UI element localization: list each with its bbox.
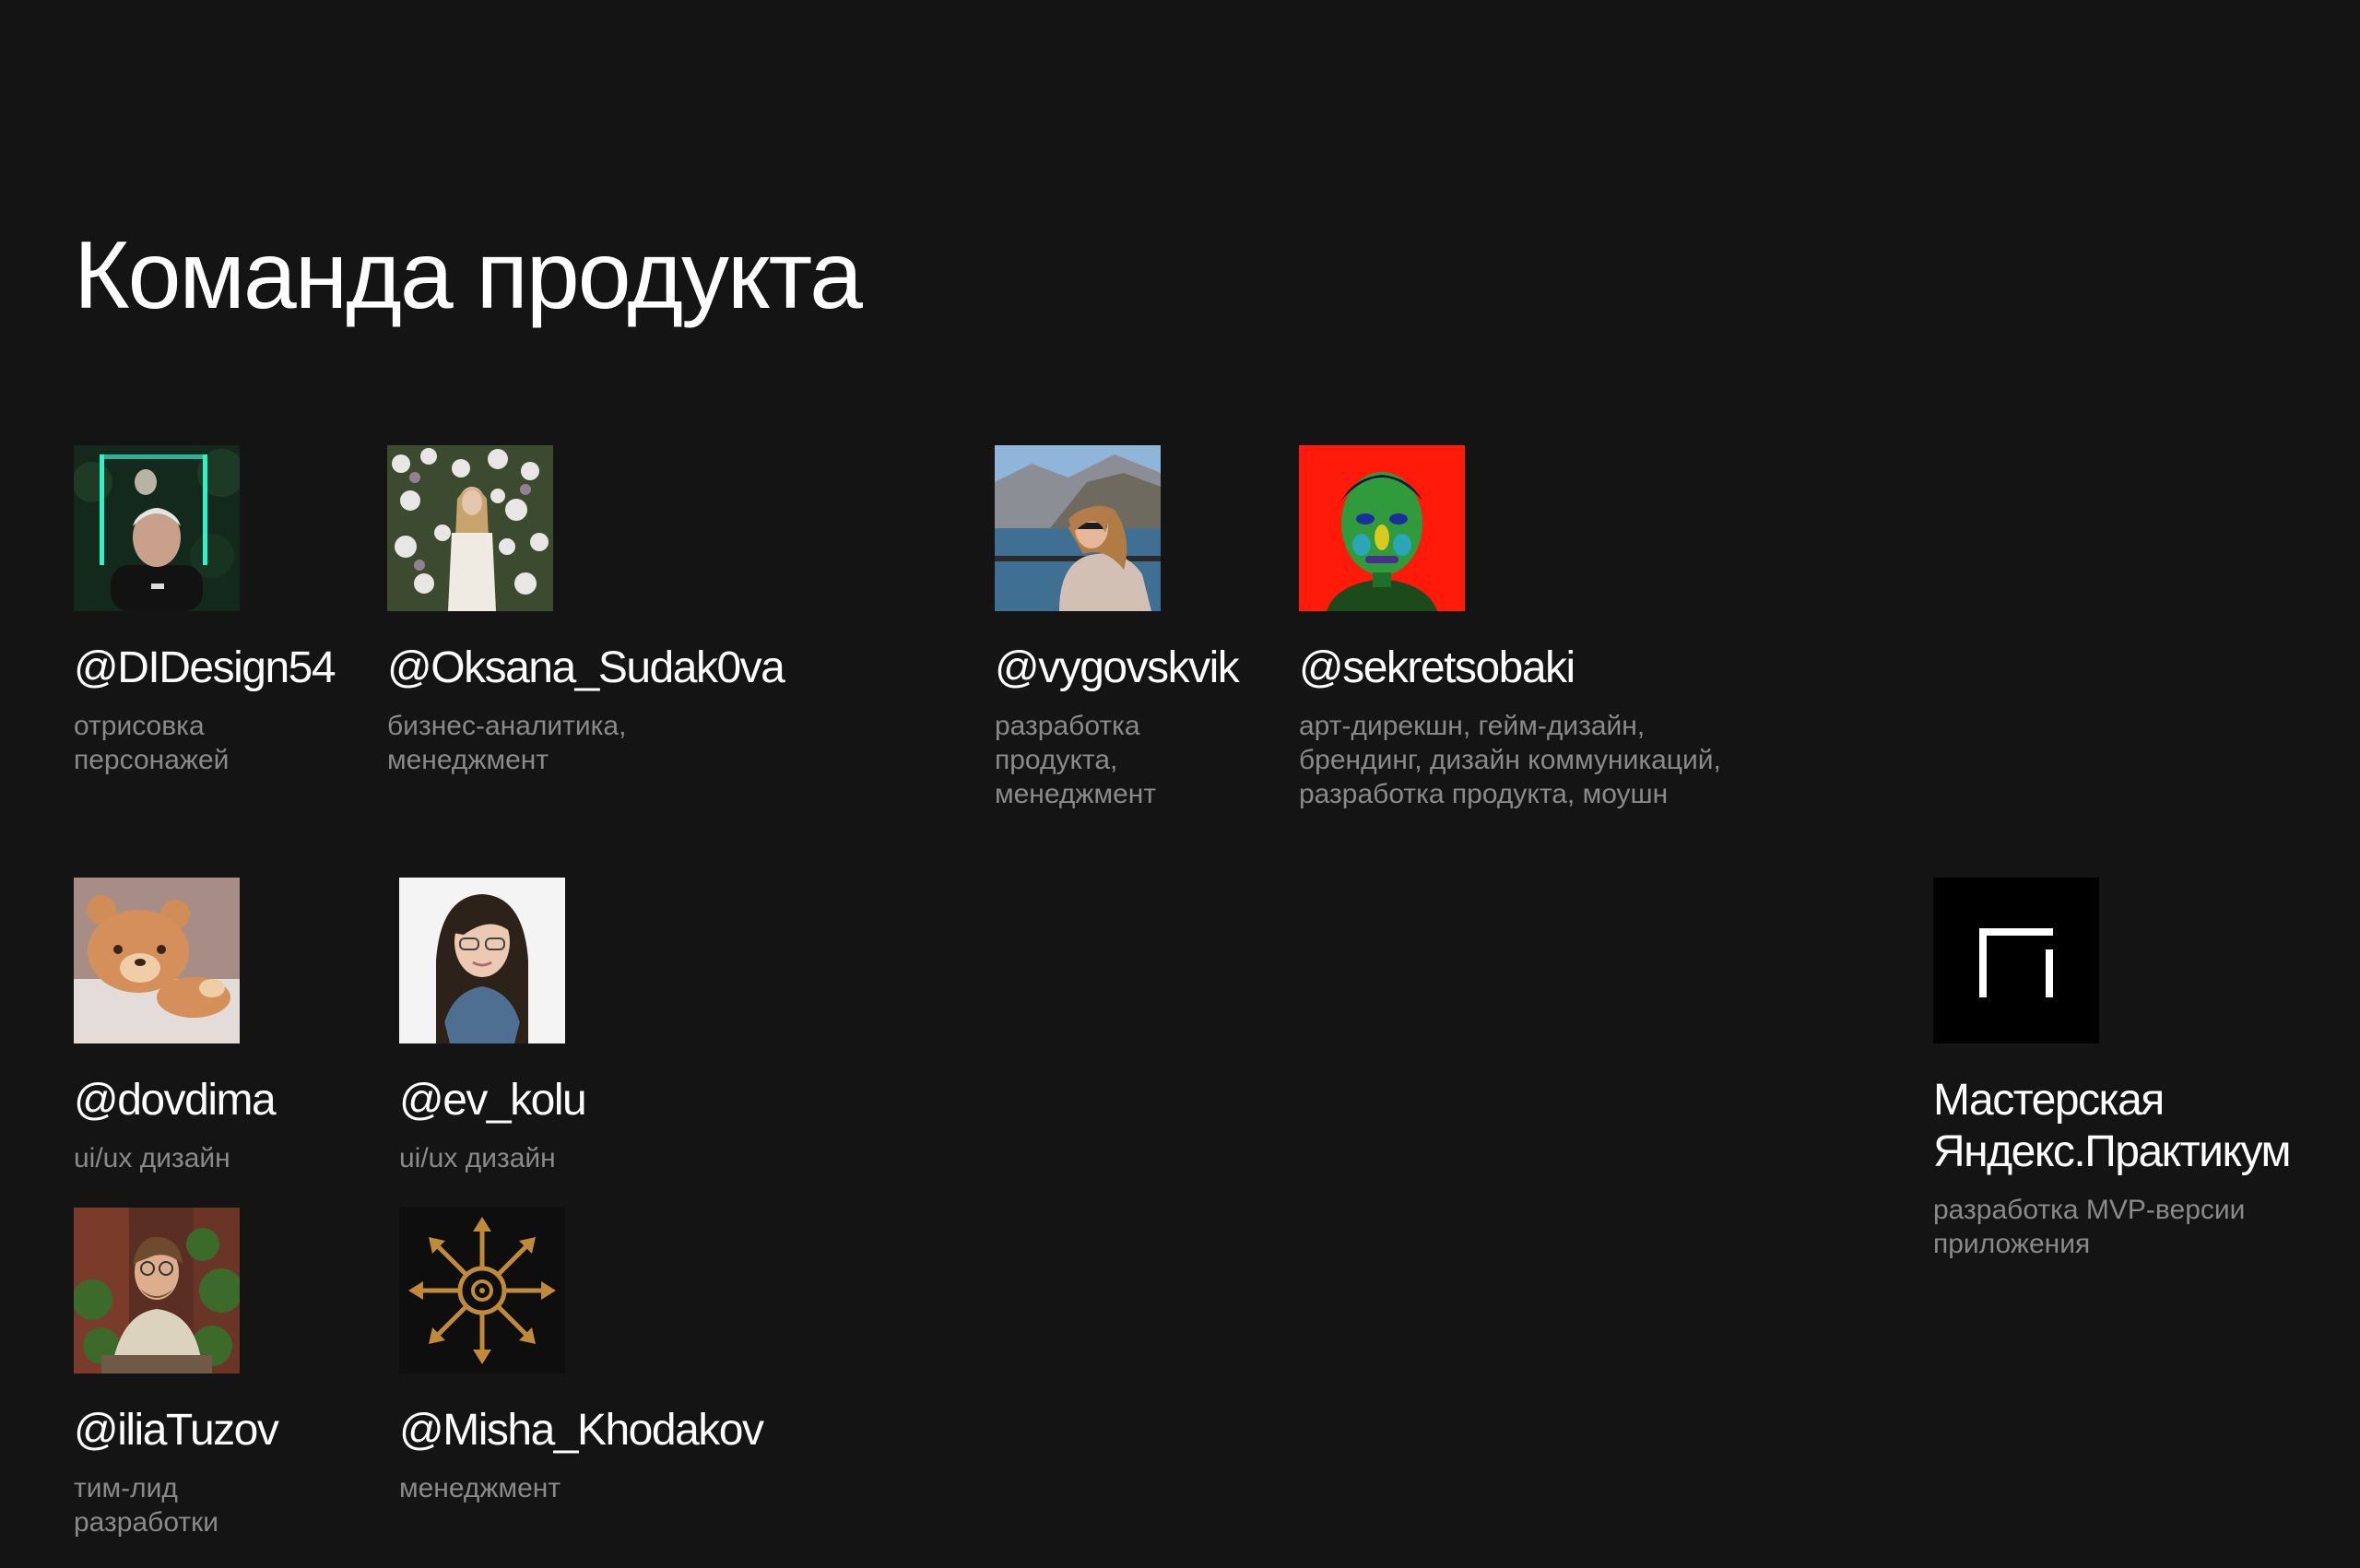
team-member-card: @DIDesign54 отрисовка персонажей (74, 445, 336, 777)
avatar-neon-portrait-icon (74, 445, 240, 611)
avatar (74, 878, 240, 1043)
member-handle[interactable]: @Oksana_Sudak0va (387, 643, 785, 694)
avatar-garden-portrait-icon (74, 1208, 240, 1373)
member-handle[interactable]: @DIDesign54 (74, 643, 336, 694)
avatar-thermal-portrait-icon (1299, 445, 1465, 611)
avatar-flowers-portrait-icon (387, 445, 553, 611)
member-role: отрисовка персонажей (74, 711, 230, 775)
avatar (387, 445, 553, 611)
member-handle[interactable]: @sekretsobaki (1299, 643, 1721, 694)
avatar (1299, 445, 1465, 611)
studio-role: разработка MVP-версии приложения (1933, 1195, 2246, 1259)
avatar (399, 878, 565, 1043)
team-member-card: @ev_kolu ui/ux дизайн (399, 878, 587, 1175)
member-handle[interactable]: @dovdima (74, 1075, 277, 1126)
team-member-card: @sekretsobaki арт-дирекшн, гейм-дизайн, … (1299, 445, 1721, 811)
avatar (74, 1208, 240, 1373)
practicum-logo-icon (1933, 878, 2099, 1043)
member-role: арт-дирекшн, гейм-дизайн, брендинг, диза… (1299, 711, 1721, 809)
member-role: тим-лид разработки (74, 1473, 218, 1538)
team-member-card: @dovdima ui/ux дизайн (74, 878, 277, 1175)
avatar (399, 1208, 565, 1373)
studio-logo (1933, 878, 2099, 1043)
member-handle[interactable]: @vygovskvik (995, 643, 1240, 694)
avatar-teddy-bear-icon (74, 878, 240, 1043)
team-member-card: @Oksana_Sudak0va бизнес-аналитика, менед… (387, 445, 785, 777)
member-role: ui/ux дизайн (74, 1143, 230, 1173)
studio-card: Мастерская Яндекс.Практикум разработка M… (1933, 878, 2291, 1261)
avatar (995, 445, 1161, 611)
team-member-card: @Misha_Khodakov менеджмент (399, 1208, 764, 1505)
team-member-card: @vygovskvik разработка продукта, менеджм… (995, 445, 1240, 811)
team-member-card: @iliaTuzov тим-лид разработки (74, 1208, 279, 1539)
avatar (74, 445, 240, 611)
member-role: бизнес-аналитика, менеджмент (387, 711, 627, 775)
member-role: ui/ux дизайн (399, 1143, 556, 1173)
member-handle[interactable]: @ev_kolu (399, 1075, 587, 1126)
member-handle[interactable]: @Misha_Khodakov (399, 1405, 764, 1456)
chaos-star-icon (399, 1208, 565, 1373)
avatar-lake-portrait-icon (995, 445, 1161, 611)
page-title: Команда продукта (74, 222, 863, 329)
member-role: менеджмент (399, 1473, 561, 1503)
avatar-studio-portrait-icon (399, 878, 565, 1043)
member-role: разработка продукта, менеджмент (995, 711, 1157, 809)
studio-name[interactable]: Мастерская Яндекс.Практикум (1933, 1075, 2291, 1178)
member-handle[interactable]: @iliaTuzov (74, 1405, 279, 1456)
